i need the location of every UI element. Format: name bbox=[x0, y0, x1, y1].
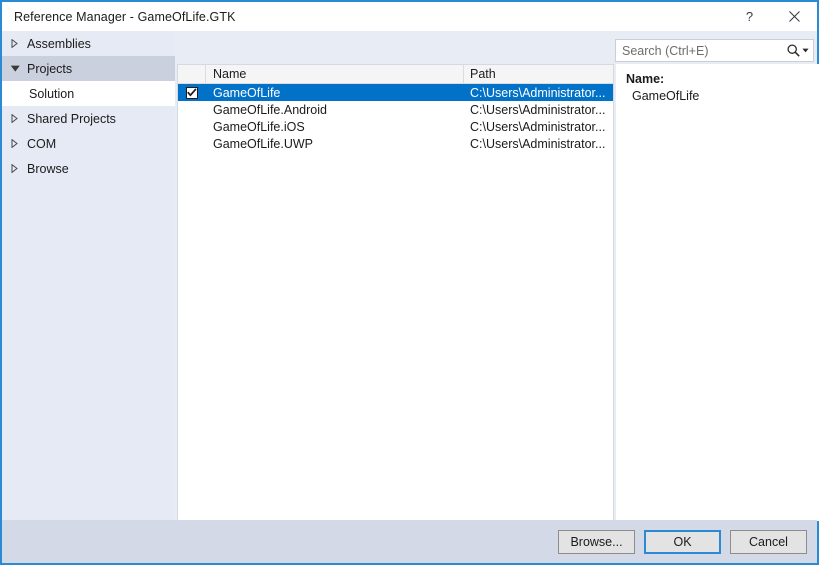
title-bar: Reference Manager - GameOfLife.GTK ? bbox=[2, 2, 817, 31]
sidebar-item-shared-projects[interactable]: Shared Projects bbox=[2, 106, 175, 131]
row-name: GameOfLife.UWP bbox=[213, 136, 314, 151]
chevron-right-icon bbox=[11, 139, 27, 148]
chevron-right-icon bbox=[11, 114, 27, 123]
sidebar-item-projects[interactable]: Projects bbox=[2, 56, 175, 81]
search-icon[interactable] bbox=[785, 44, 801, 57]
sidebar-item-solution[interactable]: Solution bbox=[2, 81, 175, 106]
row-path: C:\Users\Administrator... bbox=[470, 119, 606, 134]
table-row[interactable]: GameOfLife.UWP C:\Users\Administrator... bbox=[178, 135, 613, 152]
column-header-checkbox[interactable] bbox=[178, 65, 206, 83]
dialog-footer: Browse... OK Cancel bbox=[2, 520, 817, 563]
project-list-panel: Name Path GameOfLife C:\Users\Administra… bbox=[177, 64, 614, 521]
table-row[interactable]: GameOfLife.Android C:\Users\Administrato… bbox=[178, 101, 613, 118]
chevron-down-icon bbox=[11, 65, 27, 72]
sidebar-item-label: COM bbox=[27, 136, 57, 151]
sidebar-item-label: Solution bbox=[29, 86, 75, 101]
question-mark-icon: ? bbox=[745, 9, 754, 24]
sidebar-item-label: Assemblies bbox=[27, 36, 91, 51]
row-name: GameOfLife.Android bbox=[213, 102, 327, 117]
title-bar-buttons: ? bbox=[727, 2, 817, 31]
browse-button[interactable]: Browse... bbox=[558, 530, 635, 554]
row-path: C:\Users\Administrator... bbox=[470, 102, 606, 117]
sidebar-item-browse[interactable]: Browse bbox=[2, 156, 175, 181]
row-path: C:\Users\Administrator... bbox=[470, 85, 606, 100]
search-box[interactable] bbox=[615, 39, 814, 62]
detail-name-value: GameOfLife bbox=[632, 89, 700, 103]
sidebar-item-label: Projects bbox=[27, 61, 73, 76]
sidebar-item-com[interactable]: COM bbox=[2, 131, 175, 156]
row-path: C:\Users\Administrator... bbox=[470, 136, 606, 151]
detail-panel: Name: GameOfLife bbox=[616, 64, 819, 521]
close-button[interactable] bbox=[772, 2, 817, 31]
table-row[interactable]: GameOfLife.iOS C:\Users\Administrator... bbox=[178, 118, 613, 135]
search-input[interactable] bbox=[616, 39, 785, 62]
category-tree: Assemblies Projects Solution Shared Proj… bbox=[2, 31, 175, 521]
reference-manager-dialog: Reference Manager - GameOfLife.GTK ? Ass… bbox=[0, 0, 819, 565]
row-name: GameOfLife.iOS bbox=[213, 119, 305, 134]
detail-name-label: Name: bbox=[626, 72, 665, 86]
table-row[interactable]: GameOfLife C:\Users\Administrator... bbox=[178, 84, 613, 101]
close-icon bbox=[789, 11, 800, 22]
cancel-button[interactable]: Cancel bbox=[730, 530, 807, 554]
help-button[interactable]: ? bbox=[727, 2, 772, 31]
sidebar-item-label: Shared Projects bbox=[27, 111, 116, 126]
row-name: GameOfLife bbox=[213, 85, 281, 100]
column-header-path[interactable]: Path bbox=[464, 65, 613, 83]
chevron-down-icon[interactable] bbox=[801, 48, 813, 53]
list-header-row: Name Path bbox=[178, 65, 613, 84]
ok-button[interactable]: OK bbox=[644, 530, 721, 554]
column-header-name[interactable]: Name bbox=[206, 65, 464, 83]
sidebar-item-label: Browse bbox=[27, 161, 69, 176]
footer-button-group: Browse... OK Cancel bbox=[558, 530, 807, 554]
window-title: Reference Manager - GameOfLife.GTK bbox=[14, 9, 236, 24]
chevron-right-icon bbox=[11, 39, 27, 48]
dialog-body: Assemblies Projects Solution Shared Proj… bbox=[2, 31, 819, 563]
row-checkbox[interactable] bbox=[178, 86, 206, 99]
chevron-right-icon bbox=[11, 164, 27, 173]
checkbox-checked-icon bbox=[186, 86, 198, 99]
sidebar-item-assemblies[interactable]: Assemblies bbox=[2, 31, 175, 56]
list-rows: GameOfLife C:\Users\Administrator... Gam… bbox=[178, 84, 613, 152]
